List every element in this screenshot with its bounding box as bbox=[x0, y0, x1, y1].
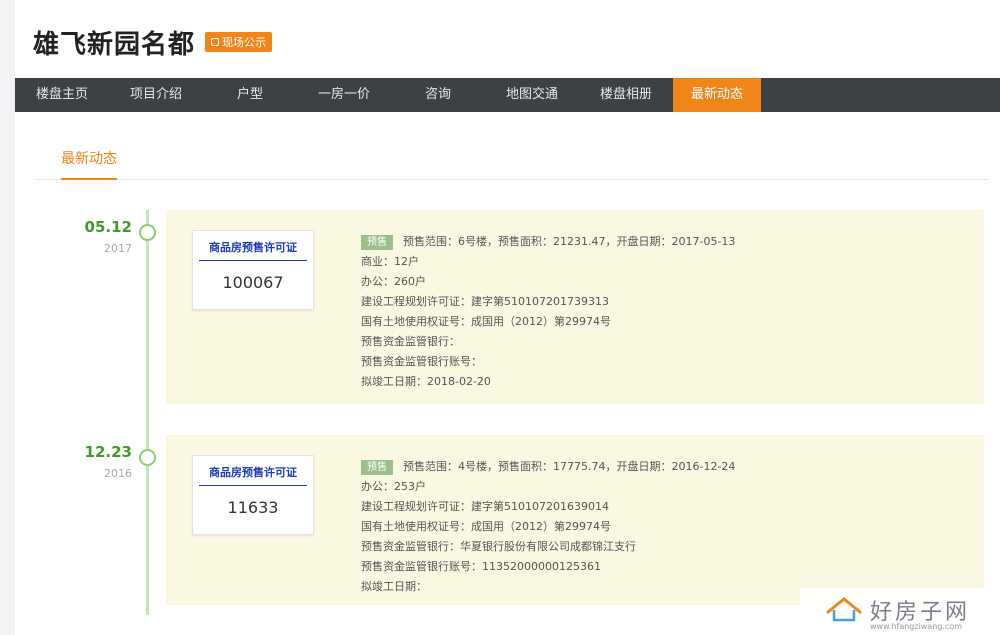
presale-info: 预售 预售范围：6号楼，预售面积：21231.47，开盘日期：2017-05-13… bbox=[361, 232, 961, 392]
presale-tag: 预售 bbox=[361, 234, 393, 250]
nav-item-consult[interactable]: 咨询 bbox=[391, 78, 485, 112]
info-line: 商业：12户 bbox=[361, 255, 419, 268]
presale-panel: 商品房预售许可证 11633 预售 预售范围：4号楼，预售面积：17775.74，… bbox=[166, 435, 984, 605]
timeline-line bbox=[146, 210, 149, 615]
page-header: 雄飞新园名都 现场公示 bbox=[33, 22, 273, 62]
cert-title: 商品房预售许可证 bbox=[199, 464, 307, 486]
entry-date: 05.12 bbox=[84, 218, 132, 236]
watermark-url: www.hfangziwang.com bbox=[870, 622, 963, 631]
info-line: 办公：253户 bbox=[361, 480, 426, 493]
info-line: 国有土地使用权证号：成国用（2012）第29974号 bbox=[361, 520, 611, 533]
info-line: 预售资金监管银行账号： bbox=[361, 355, 482, 368]
info-line: 预售 预售范围：4号楼，预售面积：17775.74，开盘日期：2016-12-24 bbox=[361, 457, 961, 477]
site-watermark: 好房子网 www.hfangziwang.com bbox=[800, 588, 990, 633]
nav-item-home[interactable]: 楼盘主页 bbox=[15, 78, 109, 112]
info-line: 预售资金监管银行账号：11352000000125361 bbox=[361, 560, 601, 573]
cert-number: 11633 bbox=[227, 498, 279, 517]
info-line: 预售 预售范围：6号楼，预售面积：21231.47，开盘日期：2017-05-13 bbox=[361, 232, 961, 252]
left-gutter bbox=[0, 0, 15, 635]
presale-permit-card[interactable]: 商品房预售许可证 11633 bbox=[192, 455, 314, 535]
presale-permit-card[interactable]: 商品房预售许可证 100067 bbox=[192, 230, 314, 310]
nav-item-unit-prices[interactable]: 一房一价 bbox=[297, 78, 391, 112]
info-text: 预售范围：4号楼，预售面积：17775.74，开盘日期：2016-12-24 bbox=[403, 460, 736, 473]
info-text: 预售范围：6号楼，预售面积：21231.47，开盘日期：2017-05-13 bbox=[403, 235, 736, 248]
notice-icon bbox=[211, 38, 220, 46]
cert-title: 商品房预售许可证 bbox=[199, 239, 307, 261]
nav-item-map-transport[interactable]: 地图交通 bbox=[485, 78, 579, 112]
subtab-row: 最新动态 bbox=[35, 140, 988, 180]
page-title: 雄飞新园名都 bbox=[33, 29, 196, 60]
info-line: 预售资金监管银行：华夏银行股份有限公司成都锦江支行 bbox=[361, 540, 636, 553]
nav-item-project-intro[interactable]: 项目介绍 bbox=[109, 78, 203, 112]
nav-item-floor-plans[interactable]: 户型 bbox=[203, 78, 297, 112]
presale-info: 预售 预售范围：4号楼，预售面积：17775.74，开盘日期：2016-12-24… bbox=[361, 457, 961, 597]
nav-item-latest-news[interactable]: 最新动态 bbox=[673, 78, 761, 112]
badge-label: 现场公示 bbox=[222, 36, 267, 49]
info-line: 建设工程规划许可证：建字第510107201639014 bbox=[361, 500, 609, 513]
cert-number: 100067 bbox=[222, 273, 284, 292]
nav-item-photo-album[interactable]: 楼盘相册 bbox=[579, 78, 673, 112]
timeline-node-icon bbox=[139, 449, 156, 466]
presale-panel: 商品房预售许可证 100067 预售 预售范围：6号楼，预售面积：21231.47… bbox=[166, 210, 984, 404]
house-logo-icon bbox=[826, 597, 862, 622]
onsite-notice-badge[interactable]: 现场公示 bbox=[205, 32, 273, 52]
entry-date: 12.23 bbox=[84, 443, 132, 461]
timeline-node-icon bbox=[139, 224, 156, 241]
entry-year: 2016 bbox=[104, 467, 132, 480]
info-line: 办公：260户 bbox=[361, 275, 426, 288]
main-nav: 楼盘主页 项目介绍 户型 一房一价 咨询 地图交通 楼盘相册 最新动态 bbox=[15, 78, 1000, 112]
info-line: 预售资金监管银行： bbox=[361, 335, 460, 348]
entry-year: 2017 bbox=[104, 242, 132, 255]
presale-tag: 预售 bbox=[361, 459, 393, 475]
info-line: 建设工程规划许可证：建字第510107201739313 bbox=[361, 295, 609, 308]
info-line: 国有土地使用权证号：成国用（2012）第29974号 bbox=[361, 315, 611, 328]
info-line: 拟竣工日期：2018-02-20 bbox=[361, 375, 491, 388]
tab-latest-news[interactable]: 最新动态 bbox=[61, 148, 117, 180]
